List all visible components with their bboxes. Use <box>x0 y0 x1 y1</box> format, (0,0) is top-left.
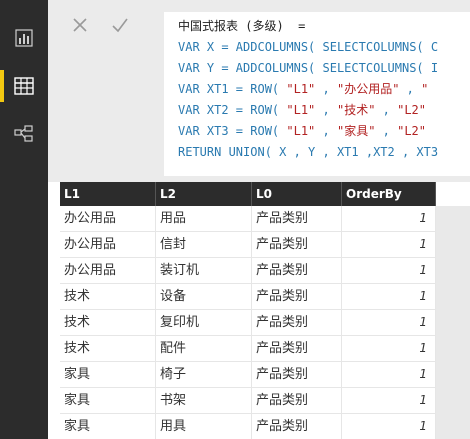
table-cell: 技术 <box>60 284 156 309</box>
formula-string: "家具" <box>336 124 376 138</box>
table-cell: 用品 <box>156 206 252 231</box>
formula-token: , <box>315 82 337 96</box>
formula-token: , <box>315 124 337 138</box>
table-cell: 椅子 <box>156 362 252 387</box>
formula-line: VAR XT1 = ROW( "L1" , "办公用品" , " <box>178 81 428 97</box>
formula-token: , <box>375 124 398 138</box>
formula-line: RETURN UNION( X , Y , XT1 ,XT2 , XT3 <box>178 144 438 160</box>
table-cell: 书架 <box>156 388 252 413</box>
table-cell: 1 <box>342 258 436 283</box>
table-cell: 家具 <box>60 414 156 439</box>
table-cell: 1 <box>342 414 436 439</box>
column-header-l1[interactable]: L1 <box>60 182 156 206</box>
formula-token: VAR X = ADDCOLUMNS( SELECTCOLUMNS( C <box>178 40 439 54</box>
table-row[interactable]: 家具 用具 产品类别 1 <box>60 414 436 439</box>
table-cell: 1 <box>342 232 436 257</box>
table-cell: 设备 <box>156 284 252 309</box>
table-cell: 办公用品 <box>60 206 156 231</box>
formula-token: , <box>399 82 422 96</box>
report-view-icon <box>15 29 33 47</box>
formula-line: VAR XT2 = ROW( "L1" , "技术" , "L2" <box>178 102 426 118</box>
cancel-formula-button[interactable] <box>60 12 100 42</box>
formula-token: VAR XT3 = ROW( <box>178 124 287 138</box>
table-cell: 产品类别 <box>252 258 342 283</box>
table-row[interactable]: 家具 书架 产品类别 1 <box>60 388 436 414</box>
table-cell: 配件 <box>156 336 252 361</box>
formula-token: 中国式报表 (多级) = <box>178 19 306 33</box>
formula-string: "L1" <box>286 82 316 96</box>
table-row[interactable]: 家具 椅子 产品类别 1 <box>60 362 436 388</box>
table-row[interactable]: 技术 复印机 产品类别 1 <box>60 310 436 336</box>
table-cell: 1 <box>342 336 436 361</box>
nav-rail <box>0 0 48 439</box>
formula-line: VAR X = ADDCOLUMNS( SELECTCOLUMNS( C <box>178 39 438 55</box>
data-view-window: 中国式报表 (多级) = VAR X = ADDCOLUMNS( SELECTCO… <box>0 0 470 439</box>
table-cell: 家具 <box>60 388 156 413</box>
table-cell: 家具 <box>60 362 156 387</box>
data-view-icon <box>14 77 34 95</box>
table-cell: 产品类别 <box>252 362 342 387</box>
formula-string: "L1" <box>286 103 316 117</box>
column-header-l2[interactable]: L2 <box>156 182 252 206</box>
table-row[interactable]: 办公用品 用品 产品类别 1 <box>60 206 436 232</box>
table-cell: 1 <box>342 206 436 231</box>
table-cell: 产品类别 <box>252 232 342 257</box>
commit-formula-button[interactable] <box>100 12 140 42</box>
table-row[interactable]: 技术 设备 产品类别 1 <box>60 284 436 310</box>
formula-string: "L1" <box>286 124 316 138</box>
formula-token: , <box>315 103 337 117</box>
table-cell: 1 <box>342 388 436 413</box>
table-cell: 1 <box>342 310 436 335</box>
table-cell: 产品类别 <box>252 336 342 361</box>
formula-editor[interactable]: 中国式报表 (多级) = VAR X = ADDCOLUMNS( SELECTCO… <box>164 12 470 176</box>
nav-data-view[interactable] <box>0 64 48 108</box>
table-cell: 信封 <box>156 232 252 257</box>
formula-token: VAR XT2 = ROW( <box>178 103 287 117</box>
table-cell: 技术 <box>60 336 156 361</box>
table-row[interactable]: 办公用品 装订机 产品类别 1 <box>60 258 436 284</box>
table-cell: 技术 <box>60 310 156 335</box>
model-view-icon <box>14 125 34 143</box>
formula-string: "办公用品" <box>336 82 400 96</box>
table-cell: 办公用品 <box>60 232 156 257</box>
table-cell: 产品类别 <box>252 388 342 413</box>
column-header-orderby[interactable]: OrderBy <box>342 182 436 206</box>
table-row[interactable]: 技术 配件 产品类别 1 <box>60 336 436 362</box>
formula-line: 中国式报表 (多级) = <box>178 18 305 34</box>
formula-string: "L2" <box>397 103 427 117</box>
formula-string: "L2" <box>397 124 427 138</box>
nav-report-view[interactable] <box>0 16 48 60</box>
formula-string: " <box>421 82 429 96</box>
column-header-l0[interactable]: L0 <box>252 182 342 206</box>
table-cell: 装订机 <box>156 258 252 283</box>
table-cell: 产品类别 <box>252 310 342 335</box>
table-cell: 产品类别 <box>252 414 342 439</box>
checkmark-icon <box>111 17 129 37</box>
formula-string: "技术" <box>336 103 376 117</box>
table-cell: 产品类别 <box>252 206 342 231</box>
table-cell: 办公用品 <box>60 258 156 283</box>
table-cell: 产品类别 <box>252 284 342 309</box>
table-cell: 1 <box>342 284 436 309</box>
formula-token: , <box>375 103 398 117</box>
close-icon <box>72 17 88 37</box>
table-cell: 用具 <box>156 414 252 439</box>
formula-controls <box>60 8 170 46</box>
table-cell: 复印机 <box>156 310 252 335</box>
formula-token: RETURN UNION( X , Y , XT1 ,XT2 , XT3 <box>178 145 439 159</box>
table-cell: 1 <box>342 362 436 387</box>
formula-token: VAR Y = ADDCOLUMNS( SELECTCOLUMNS( I <box>178 61 439 75</box>
formula-token: VAR XT1 = ROW( <box>178 82 287 96</box>
data-table: L1 L2 L0 OrderBy 办公用品 用品 产品类别 1 办公用品 信封 产品类别 1 办公用品装… <box>60 182 470 439</box>
formula-line: VAR Y = ADDCOLUMNS( SELECTCOLUMNS( I <box>178 60 438 76</box>
nav-model-view[interactable] <box>0 112 48 156</box>
formula-bar: 中国式报表 (多级) = VAR X = ADDCOLUMNS( SELECTCO… <box>48 0 470 182</box>
formula-line: VAR XT3 = ROW( "L1" , "家具" , "L2" <box>178 123 426 139</box>
table-row[interactable]: 办公用品 信封 产品类别 1 <box>60 232 436 258</box>
empty-canvas-area <box>436 206 470 439</box>
